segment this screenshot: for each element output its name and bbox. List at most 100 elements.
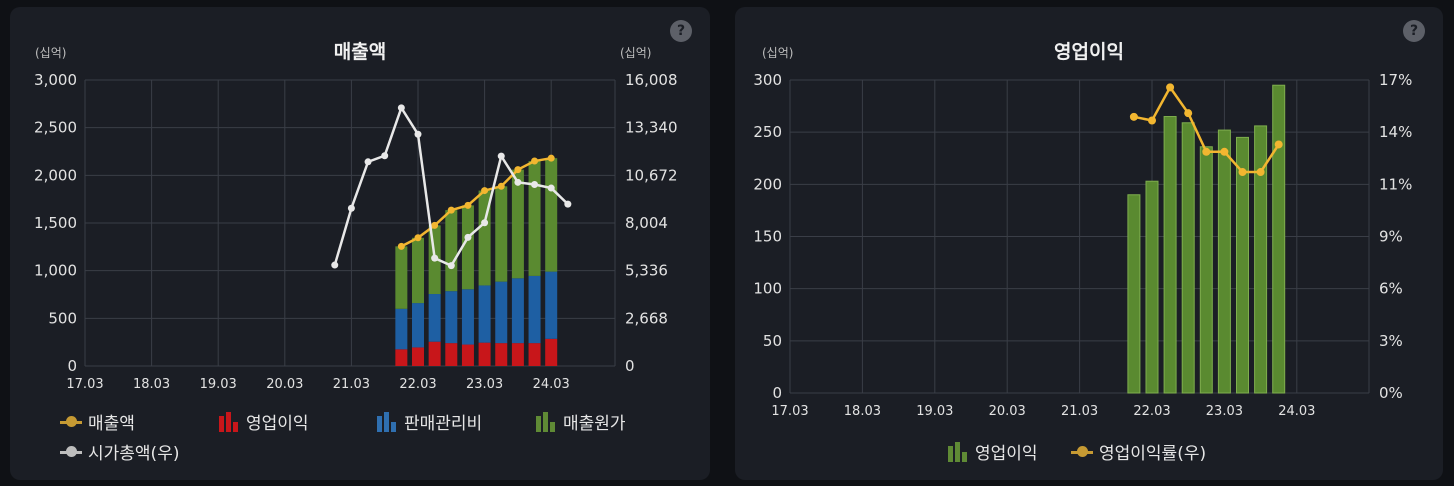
sales-chart-panel: 매출액 ? (십억) (십억) 0 0 500 2,668 1,000 5,336 1,50… — [10, 7, 710, 480]
legend-label: 시가총액(우) — [88, 444, 180, 464]
point-operating-margin — [1166, 83, 1175, 92]
point-sales — [397, 242, 405, 250]
point-operating-margin — [1220, 147, 1229, 156]
operating-profit-chart-panel: 영업이익 ? (십억) 0 0% 50 3% 100 6% 150 9% 200 11% 250 14… — [735, 7, 1443, 480]
y-right-tick-label: 5,336 — [625, 262, 668, 280]
y-left-tick-label: 100 — [753, 280, 782, 298]
point-market-cap — [414, 130, 422, 138]
bar-operating-profit — [495, 343, 508, 366]
x-tick-label: 21.03 — [333, 377, 370, 392]
bar-cogs — [495, 186, 508, 282]
legend-label: 매출원가 — [563, 414, 626, 434]
y-left-tick-label: 200 — [753, 175, 782, 193]
point-sales — [447, 206, 455, 214]
bar-operating-profit — [412, 347, 424, 366]
bar-operating-profit — [1181, 122, 1195, 394]
point-operating-margin — [1202, 147, 1211, 156]
x-tick-label: 22.03 — [1133, 404, 1170, 419]
point-market-cap — [547, 184, 555, 192]
legend-item-operating-profit[interactable]: 영업이익 — [947, 439, 1038, 464]
bar-sga — [395, 308, 408, 350]
bar-operating-profit — [1272, 84, 1286, 394]
y-right-tick-label: 17% — [1379, 71, 1412, 89]
point-market-cap — [397, 104, 405, 112]
y-right-tick-label: 6% — [1379, 280, 1403, 298]
bar-sga — [445, 291, 458, 344]
x-tick-label: 24.03 — [533, 377, 570, 392]
x-tick-label: 18.03 — [844, 404, 881, 419]
bar-sga — [545, 271, 558, 339]
x-tick-label: 21.03 — [1061, 404, 1098, 419]
y-left-tick-label: 2,500 — [34, 119, 77, 137]
bar-cogs — [461, 205, 474, 290]
x-tick-label: 18.03 — [133, 377, 170, 392]
bar-cogs — [545, 158, 558, 272]
bar-cogs — [445, 210, 458, 292]
bar-sga — [461, 289, 474, 345]
y-right-tick-label: 16,008 — [625, 71, 678, 89]
x-tick-label: 19.03 — [200, 377, 237, 392]
legend-item-cogs[interactable]: 매출원가 — [535, 409, 626, 434]
bar-operating-profit — [545, 338, 558, 366]
legend-item-operating-profit[interactable]: 영업이익 — [218, 409, 309, 434]
x-tick-label: 23.03 — [466, 377, 503, 392]
bar-operating-profit — [528, 343, 541, 366]
y-right-tick-label: 14% — [1379, 123, 1412, 141]
point-market-cap — [497, 152, 505, 160]
bar-icon — [947, 441, 969, 462]
y-right-tick-label: 0% — [1379, 384, 1403, 402]
point-market-cap — [564, 200, 572, 208]
y-left-tick-label: 0 — [67, 357, 77, 375]
bar-sga — [478, 285, 491, 343]
legend-item-sga[interactable]: 판매관리비 — [376, 409, 482, 434]
point-sales — [497, 182, 505, 190]
y-right-tick-label: 0 — [625, 357, 635, 375]
x-tick-label: 20.03 — [266, 377, 303, 392]
bar-operating-profit — [395, 349, 408, 366]
y-left-tick-label: 0 — [772, 384, 782, 402]
line-dot-icon — [60, 412, 82, 432]
y-right-tick-label: 11% — [1379, 175, 1412, 193]
y-right-tick-label: 13,340 — [625, 119, 678, 137]
bar-sga — [428, 294, 441, 342]
y-left-tick-label: 3,000 — [34, 71, 77, 89]
point-sales — [481, 187, 489, 195]
legend-item-operating-margin[interactable]: 영업이익률(우) — [1071, 439, 1206, 464]
legend-label: 판매관리비 — [404, 414, 483, 434]
legend-label: 영업이익 — [246, 414, 309, 434]
point-market-cap — [381, 152, 389, 160]
y-left-tick-label: 500 — [48, 309, 77, 327]
y-left-tick-label: 2,000 — [34, 166, 77, 184]
point-market-cap — [514, 178, 522, 186]
bar-operating-profit — [511, 343, 524, 366]
bar-operating-profit — [478, 342, 491, 366]
x-tick-label: 19.03 — [916, 404, 953, 419]
legend-item-market-cap[interactable]: 시가총액(우) — [60, 439, 179, 464]
point-market-cap — [331, 261, 339, 269]
point-operating-margin — [1238, 168, 1247, 177]
x-tick-label: 22.03 — [399, 377, 436, 392]
bar-icon — [535, 411, 557, 432]
point-operating-margin — [1184, 109, 1193, 118]
point-operating-margin — [1148, 116, 1156, 125]
bar-operating-profit — [461, 344, 474, 366]
bar-operating-profit — [1127, 194, 1141, 394]
point-market-cap — [447, 262, 455, 270]
operating-profit-chart: 0 0% 50 3% 100 6% 150 9% 200 11% 250 14% 300 17% 17.03… — [753, 71, 1412, 419]
point-operating-margin — [1274, 140, 1283, 149]
legend-item-sales[interactable]: 매출액 — [60, 409, 135, 434]
y-right-tick-label: 9% — [1379, 228, 1403, 246]
line-dot-icon — [1071, 442, 1093, 462]
point-operating-margin — [1256, 168, 1265, 177]
bar-cogs — [511, 169, 524, 279]
y-right-tick-label: 8,004 — [625, 214, 668, 232]
point-market-cap — [464, 233, 472, 241]
point-sales — [514, 166, 522, 174]
line-dot-icon — [60, 442, 82, 462]
point-market-cap — [347, 204, 355, 212]
y-left-tick-label: 150 — [753, 228, 782, 246]
point-sales — [531, 157, 539, 165]
bar-operating-profit — [1217, 129, 1231, 394]
x-tick-label: 23.03 — [1206, 404, 1243, 419]
point-market-cap — [364, 158, 372, 166]
